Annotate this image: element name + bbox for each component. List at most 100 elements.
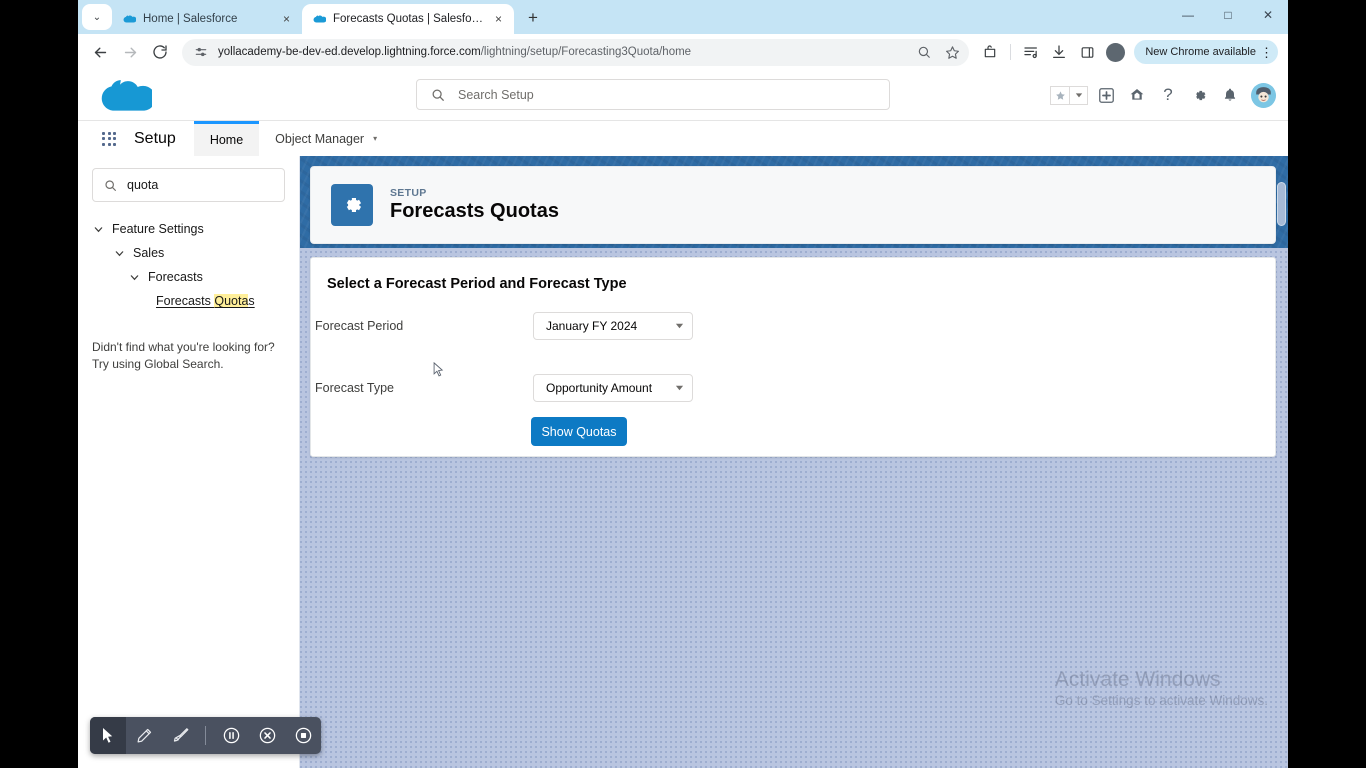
setup-header-text: SETUP Forecasts Quotas — [390, 187, 559, 223]
forecast-type-label: Forecast Type — [315, 381, 394, 395]
chevron-down-icon[interactable] — [92, 225, 104, 234]
browser-menu-icon[interactable]: ⋮ — [1260, 46, 1273, 59]
setup-body: quota Feature Settings Sales Forecasts F… — [78, 156, 1288, 768]
star-glyph — [1055, 90, 1065, 100]
question-glyph: ? — [1163, 85, 1173, 104]
profile-avatar[interactable] — [1102, 39, 1128, 65]
back-icon[interactable] — [86, 38, 114, 66]
plus-glyph — [1098, 87, 1114, 103]
sidebar-note-line1: Didn't find what you're looking for? — [92, 340, 275, 354]
browser-tab-home[interactable]: Home | Salesforce × — [112, 4, 302, 34]
reload-icon[interactable] — [146, 38, 174, 66]
extensions-icon[interactable] — [977, 39, 1003, 65]
setup-search-placeholder: Search Setup — [458, 87, 534, 102]
browser-tab-forecasts-quotas[interactable]: Forecasts Quotas | Salesforce × — [302, 4, 514, 34]
chevron-down-icon — [675, 383, 684, 394]
content-scrollbar[interactable] — [1277, 182, 1286, 226]
chevron-down-icon — [675, 321, 684, 332]
sidebar-item-feature-settings[interactable]: Feature Settings — [92, 217, 285, 241]
salesforce-global-header: Search Setup ? — [78, 70, 1288, 120]
zoom-search-icon[interactable] — [911, 40, 937, 64]
salesforce-cloud-logo[interactable] — [100, 77, 152, 113]
url-text: yollacademy-be-dev-ed.develop.lightning.… — [218, 46, 911, 58]
avatar-glyph — [1251, 82, 1276, 108]
pause-button[interactable] — [213, 717, 249, 754]
window-close-icon[interactable]: ✕ — [1248, 0, 1288, 30]
tab-strip: ⌄ Home | Salesforce × Forecasts Quotas |… — [78, 0, 1288, 34]
forecast-type-value: Opportunity Amount — [546, 381, 653, 395]
forecast-period-select[interactable]: January FY 2024 — [533, 312, 693, 340]
favorites-star-icon[interactable] — [1050, 85, 1069, 105]
add-icon[interactable] — [1093, 82, 1119, 108]
site-settings-icon[interactable] — [192, 44, 209, 61]
pencil-tool[interactable] — [126, 717, 162, 754]
pause-icon — [223, 727, 239, 744]
watermark-subtitle: Go to Settings to activate Windows. — [1054, 693, 1268, 708]
tab-object-manager-label: Object Manager — [275, 131, 365, 146]
sidebar-item-label: Feature Settings — [112, 222, 204, 236]
cancel-button[interactable] — [249, 717, 285, 754]
home-cloud-icon[interactable] — [1124, 82, 1150, 108]
toolbar-divider — [205, 726, 206, 745]
setup-eyebrow: SETUP — [390, 187, 427, 199]
url-path: /lightning/setup/Forecasting3Quota/home — [480, 46, 692, 58]
chevron-down-icon: ⌄ — [92, 11, 102, 23]
forecast-period-value: January FY 2024 — [546, 319, 638, 333]
help-icon[interactable]: ? — [1155, 82, 1181, 108]
star-icon[interactable] — [939, 40, 965, 64]
close-icon — [259, 727, 275, 744]
sidebar-item-forecasts[interactable]: Forecasts — [92, 265, 285, 289]
maximize-icon[interactable]: □ — [1208, 0, 1248, 30]
leaf-text-post: s — [248, 294, 255, 308]
favorites-group[interactable] — [1050, 85, 1088, 105]
browser-toolbar: yollacademy-be-dev-ed.develop.lightning.… — [78, 34, 1288, 70]
sidebar-item-sales[interactable]: Sales — [92, 241, 285, 265]
tab-object-manager[interactable]: Object Manager ▾ — [259, 121, 393, 156]
tab-search-button[interactable]: ⌄ — [82, 4, 112, 30]
sidebar-item-label: Forecasts Quotas — [156, 294, 255, 308]
setup-sidebar: quota Feature Settings Sales Forecasts F… — [78, 156, 300, 768]
global-header-actions: ? — [1050, 70, 1276, 120]
close-icon[interactable]: × — [279, 12, 294, 27]
downloads-icon[interactable] — [1046, 39, 1072, 65]
setup-gear-icon[interactable] — [1186, 82, 1212, 108]
cursor-tool[interactable] — [90, 717, 126, 754]
app-launcher-waffle[interactable] — [92, 121, 126, 156]
show-quotas-button[interactable]: Show Quotas — [531, 417, 627, 446]
quick-find-input[interactable]: quota — [92, 168, 285, 202]
setup-main-content: SETUP Forecasts Quotas Select a Forecast… — [300, 156, 1288, 768]
reading-list-icon[interactable] — [1018, 39, 1044, 65]
chevron-down-icon[interactable] — [113, 249, 125, 258]
favorites-caret-icon[interactable] — [1069, 85, 1088, 105]
close-icon[interactable]: × — [491, 12, 506, 27]
forward-icon[interactable] — [116, 38, 144, 66]
search-icon — [432, 89, 444, 101]
brush-tool[interactable] — [162, 717, 198, 754]
setup-search-box[interactable]: Search Setup — [416, 79, 890, 110]
chevron-down-icon: ▾ — [373, 134, 378, 143]
user-avatar[interactable] — [1251, 82, 1276, 108]
stop-button[interactable] — [285, 717, 321, 754]
setup-page-header: SETUP Forecasts Quotas — [310, 166, 1276, 244]
form-title: Select a Forecast Period and Forecast Ty… — [327, 276, 627, 292]
gear-glyph — [346, 197, 362, 213]
waffle-grid-icon — [102, 131, 116, 146]
tab-title: Forecasts Quotas | Salesforce — [333, 13, 484, 25]
setup-nav-bar: Setup Home Object Manager ▾ — [78, 120, 1288, 156]
notifications-bell-icon[interactable] — [1217, 82, 1243, 108]
stop-icon — [295, 727, 311, 744]
windows-activation-watermark: Activate Windows Go to Settings to activ… — [1055, 667, 1268, 708]
chevron-down-icon[interactable] — [128, 273, 140, 282]
chrome-update-label: New Chrome available — [1145, 46, 1256, 58]
sidebar-item-forecasts-quotas[interactable]: Forecasts Quotas — [92, 289, 285, 313]
sidebar-note-line2: Try using Global Search. — [92, 357, 224, 372]
forecast-period-label: Forecast Period — [315, 319, 404, 333]
tab-home[interactable]: Home — [193, 121, 260, 156]
chrome-update-pill[interactable]: New Chrome available ⋮ — [1134, 40, 1278, 64]
side-panel-icon[interactable] — [1074, 39, 1100, 65]
screen-recorder-toolbar — [90, 717, 321, 754]
address-bar[interactable]: yollacademy-be-dev-ed.develop.lightning.… — [182, 38, 970, 66]
new-tab-button[interactable]: + — [520, 5, 546, 31]
forecast-type-select[interactable]: Opportunity Amount — [533, 374, 693, 402]
minimize-icon[interactable]: — — [1168, 0, 1208, 30]
